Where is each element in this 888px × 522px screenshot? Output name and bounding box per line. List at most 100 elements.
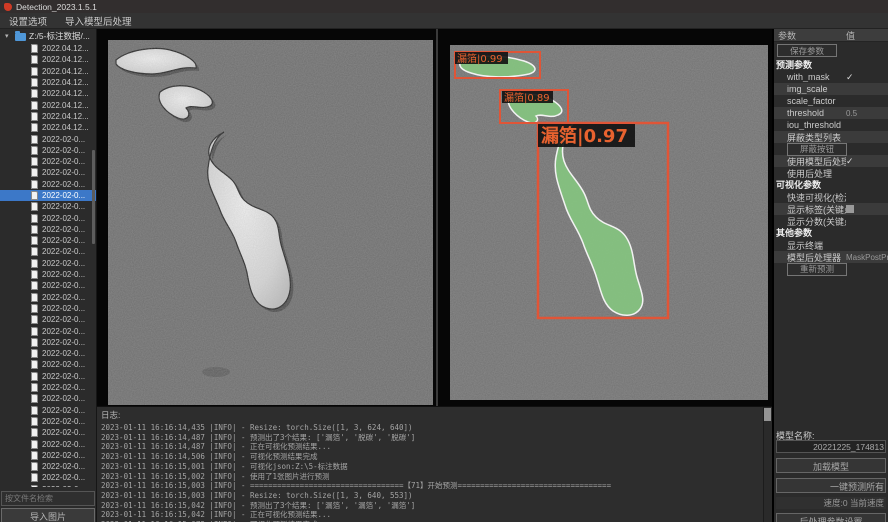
tree-item[interactable]: 2022-02-0... (0, 133, 96, 144)
tree-item[interactable]: 2022-02-0... (0, 292, 96, 303)
expand-arrow-icon[interactable] (5, 32, 12, 40)
log-line: 2023-01-11 16:16:15,003 |INFO| - Resize:… (101, 491, 772, 501)
tree-item[interactable]: 2022-02-0... (0, 314, 96, 325)
tree-item[interactable]: 2022-02-0... (0, 461, 96, 472)
param-row[interactable]: with_mask✓ (774, 71, 888, 83)
load-model-button[interactable]: 加载模型 (776, 458, 886, 473)
param-row[interactable]: 使用后处理 (774, 167, 888, 179)
tree-item[interactable]: 2022-02-0... (0, 179, 96, 190)
tree-item[interactable]: 2022-02-0... (0, 201, 96, 212)
tree-item[interactable]: 2022-02-0... (0, 438, 96, 449)
filename-search-input[interactable] (1, 491, 95, 506)
tree-item-label: 2022.04.12... (42, 89, 89, 98)
file-icon (31, 78, 38, 87)
tree-item-label: 2022.04.12... (42, 55, 89, 64)
tree-item[interactable]: 2022-02-0... (0, 145, 96, 156)
tree-item[interactable]: 2022-02-0... (0, 280, 96, 291)
tree-item[interactable]: 2022-02-0... (0, 393, 96, 404)
tree-root-label: Z:/5-标注数据/... (29, 30, 90, 42)
param-row[interactable]: scale_factor (774, 95, 888, 107)
file-icon (31, 360, 38, 369)
tree-item-label: 2022-02-0... (42, 406, 85, 415)
param-button[interactable]: 重新预测 (787, 263, 847, 276)
tree-item[interactable]: 2022.04.12... (0, 122, 96, 133)
left-image[interactable] (108, 40, 433, 405)
tree-item[interactable]: 2022-02-0... (0, 416, 96, 427)
tree-item[interactable]: 2022-02-0... (0, 325, 96, 336)
tree-item[interactable]: 2022-02-0... (0, 359, 96, 370)
param-row[interactable]: img_scale (774, 83, 888, 95)
param-row[interactable]: 模型后处理器MaskPostPro (774, 251, 888, 263)
import-image-button[interactable]: 导入图片 (1, 508, 95, 522)
viewer-splitter[interactable] (436, 29, 438, 406)
tree-item[interactable]: 2022.04.12... (0, 54, 96, 65)
log-lines: 2023-01-11 16:16:14,435 |INFO| - Resize:… (101, 423, 772, 522)
tree-item-label: 2022-02-0... (42, 485, 85, 487)
tree-item[interactable]: 2022-02-0... (0, 484, 96, 487)
menu-item[interactable]: 导入模型后处理 (56, 13, 141, 28)
file-icon (31, 372, 38, 381)
tree-item-label: 2022-02-0... (42, 247, 85, 256)
right-image-predictions[interactable]: 漏箔|0.99 漏箔|0.89 漏箔|0.97 (450, 45, 768, 400)
param-row[interactable]: 显示标签(关键点) (774, 203, 888, 215)
params-section-title: 预测参数 (774, 59, 888, 71)
param-row[interactable]: 屏蔽类型列表 (774, 131, 888, 143)
param-row[interactable]: 显示终端 (774, 239, 888, 251)
tree-item[interactable]: 2022-02-0... (0, 472, 96, 483)
param-row[interactable]: 快速可视化(检测) (774, 191, 888, 203)
tree-item[interactable]: 2022-02-0... (0, 246, 96, 257)
log-scrollbar-thumb[interactable] (764, 408, 771, 421)
tree-item[interactable]: 2022-02-0... (0, 156, 96, 167)
params-section-title: 可视化参数 (774, 179, 888, 191)
tree-item[interactable]: 2022-02-0... (0, 212, 96, 223)
log-line: 2023-01-11 16:16:14,506 |INFO| - 可视化预测结果… (101, 452, 772, 462)
tree-item[interactable]: 2022-02-0... (0, 224, 96, 235)
tree-item[interactable]: 2022.04.12... (0, 111, 96, 122)
file-icon (31, 101, 38, 110)
file-icon (31, 383, 38, 392)
menu-item[interactable]: 设置选项 (0, 13, 56, 28)
tree-item[interactable]: 2022.04.12... (0, 88, 96, 99)
tree-scrollbar-thumb[interactable] (92, 150, 95, 244)
tree-item[interactable]: 2022.04.12... (0, 43, 96, 54)
tree-item[interactable]: 2022-02-0... (0, 382, 96, 393)
file-icon (31, 89, 38, 98)
tree-item[interactable]: 2022-02-0... (0, 337, 96, 348)
tree-item[interactable]: 2022-02-0... (0, 450, 96, 461)
tree-item[interactable]: 2022-02-0... (0, 427, 96, 438)
film-grain (450, 45, 768, 400)
param-row[interactable]: iou_threshold (774, 119, 888, 131)
param-checkbox[interactable] (846, 205, 854, 213)
file-icon (31, 157, 38, 166)
tree-item[interactable]: 2022.04.12... (0, 77, 96, 88)
predict-all-button[interactable]: 一键预测所有 (776, 478, 886, 493)
tree-item-label: 2022.04.12... (42, 78, 89, 87)
tree-item[interactable]: 2022-02-0... (0, 190, 96, 201)
file-tree-list: 2022.04.12...2022.04.12...2022.04.12...2… (0, 43, 96, 487)
tree-item[interactable]: 2022.04.12... (0, 99, 96, 110)
detection-label: 漏箔|0.99 (457, 52, 503, 65)
tree-item[interactable]: 2022-02-0... (0, 348, 96, 359)
menubar: 设置选项导入模型后处理 (0, 13, 888, 29)
tree-item[interactable]: 2022-02-0... (0, 167, 96, 178)
param-row[interactable]: 显示分数(关键点) (774, 215, 888, 227)
tree-item[interactable]: 2022.04.12... (0, 66, 96, 77)
tree-item[interactable]: 2022-02-0... (0, 235, 96, 246)
log-scrollbar[interactable] (763, 407, 772, 522)
tree-item-label: 2022-02-0... (42, 327, 85, 336)
tree-item[interactable]: 2022-02-0... (0, 258, 96, 269)
save-params-button[interactable]: 保存参数 (777, 44, 837, 57)
tree-item[interactable]: 2022-02-0... (0, 371, 96, 382)
tree-item[interactable]: 2022-02-0... (0, 303, 96, 314)
file-icon (31, 281, 38, 290)
tree-item-label: 2022-02-0... (42, 440, 85, 449)
param-row[interactable]: 使用模型后处理✓ (774, 155, 888, 167)
postprocess-settings-button[interactable]: 后处理参数设置 (776, 513, 886, 522)
file-icon (31, 440, 38, 449)
model-name-field[interactable]: 20221225_174813 (776, 440, 886, 453)
param-row[interactable]: threshold0.5 (774, 107, 888, 119)
tree-item-label: 2022-02-0... (42, 349, 85, 358)
tree-item[interactable]: 2022-02-0... (0, 405, 96, 416)
tree-root-node[interactable]: Z:/5-标注数据/... (0, 29, 96, 43)
tree-item[interactable]: 2022-02-0... (0, 269, 96, 280)
